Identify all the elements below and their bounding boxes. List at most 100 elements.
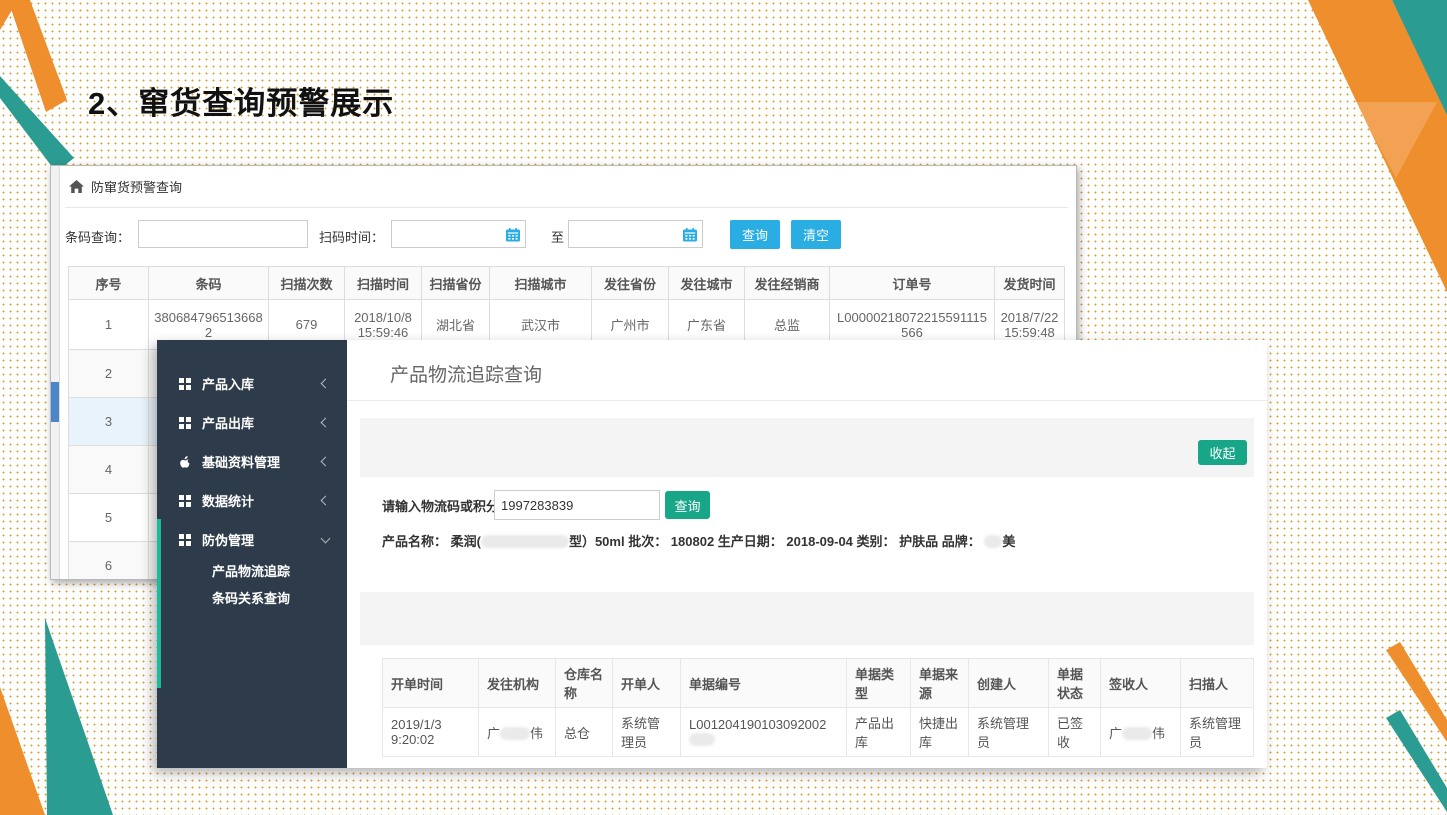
cell-maker: 系统管理员 [613,708,681,757]
sidebar-subitem-logistics-tracking[interactable]: 产品物流追踪 [157,557,347,584]
cell-scanner: 系统管理员 [1181,708,1254,757]
grid-icon [179,378,191,390]
cell-warehouse: 总仓 [556,708,613,757]
decor-triangle-teal-bl [45,618,113,815]
grid-icon [179,417,191,429]
slide-canvas: 2、窜货查询预警展示 防窜货预警查询 条码查询： 扫码时间： 至 查询 清空 [0,0,1447,815]
col-header: 发往经销商 [745,267,830,300]
col-header: 发往城市 [669,267,745,300]
sidebar-item-base-data[interactable]: 基础资料管理 [157,442,347,481]
cell-doc-type: 产品出库 [847,708,911,757]
cell-seq: 1 [69,300,149,350]
sidebar-item-data-stats[interactable]: 数据统计 [157,481,347,520]
tracking-code-input[interactable] [494,490,660,520]
cell-seq: 4 [69,446,149,494]
product-info-part: 型）50ml 批次： 180802 生产日期： 2018-09-04 类别： 护… [569,534,981,549]
redacted-blur [481,535,569,548]
cell-status: 已签收 [1049,708,1101,757]
chevron-left-icon [321,379,331,389]
scan-time-label: 扫码时间： [319,227,384,246]
col-header: 扫描城市 [490,267,592,300]
grid-icon [179,534,191,546]
cell-seq: 2 [69,350,149,398]
sidebar-item-label: 数据统计 [202,491,254,510]
tracking-query-button[interactable]: 查询 [665,491,710,519]
sidebar-subitem-barcode-relation[interactable]: 条码关系查询 [157,584,347,611]
decor-triangle-orange-bl [0,687,45,815]
calendar-icon[interactable] [683,228,697,247]
sidebar-subitem-label: 条码关系查询 [212,588,290,607]
redacted-blur [984,535,1002,548]
col-header: 单据编号 [681,659,847,708]
chevron-left-icon [321,418,331,428]
col-header: 单据状态 [1049,659,1101,708]
clear-button[interactable]: 清空 [791,220,841,249]
col-header: 签收人 [1101,659,1181,708]
slide-title: 2、窜货查询预警展示 [88,78,394,123]
col-header: 扫描省份 [422,267,490,300]
search-form: 条码查询： 扫码时间： 至 查询 清空 [51,220,1076,250]
col-header: 仓库名称 [556,659,613,708]
sidebar-subitem-label: 产品物流追踪 [212,561,290,580]
chevron-down-icon [321,533,331,543]
chevron-left-icon [321,496,331,506]
sidebar-item-label: 产品出库 [202,413,254,432]
col-header: 发往省份 [592,267,669,300]
table-header-row: 序号 条码 扫描次数 扫描时间 扫描省份 扫描城市 发往省份 发往城市 发往经销… [69,267,1065,300]
redacted-blur [500,727,530,740]
toolbar-panel: 收起 [360,418,1254,477]
col-header: 扫描人 [1181,659,1254,708]
query-button[interactable]: 查询 [730,220,780,249]
window-logistics-tracking: 产品入库 产品出库 基础资料管理 数据统计 防伪管理 [157,340,1267,768]
main-content: 产品物流追踪查询 收起 请输入物流码或积分码 查询 产品名称： 柔润( 型）50m… [347,340,1267,768]
table-row[interactable]: 2019/1/3 9:20:02 广伟 总仓 系统管理员 L0012041901… [383,708,1254,757]
cell-doc-no: L001204190103092002 [681,708,847,757]
cell-time: 2019/1/3 9:20:02 [383,708,479,757]
product-info-part: 美 [1002,534,1015,549]
col-header: 扫描次数 [269,267,345,300]
sidebar-item-label: 产品入库 [202,374,254,393]
col-header: 发货时间 [995,267,1065,300]
calendar-icon[interactable] [506,228,520,247]
cell-org: 广伟 [479,708,556,757]
col-header: 开单人 [613,659,681,708]
col-header: 发往机构 [479,659,556,708]
sidebar-item-product-outbound[interactable]: 产品出库 [157,403,347,442]
logistics-table: 开单时间 发往机构 仓库名称 开单人 单据编号 单据类型 单据来源 创建人 单据… [382,658,1254,757]
redacted-blur [1122,727,1152,740]
grid-icon [179,495,191,507]
apple-icon [179,455,191,468]
col-header: 创建人 [969,659,1049,708]
col-header: 订单号 [830,267,995,300]
scrollbar-thumb[interactable] [51,382,59,422]
sidebar-item-anti-fake[interactable]: 防伪管理 [157,520,347,559]
product-info-part: 产品名称： 柔润( [382,534,481,549]
cell-seq: 6 [69,542,149,581]
col-header: 序号 [69,267,149,300]
redacted-blur [689,733,715,746]
sidebar-item-product-inbound[interactable]: 产品入库 [157,364,347,403]
divider [65,207,1068,208]
results-toolbar-panel [360,592,1254,645]
chevron-left-icon [321,457,331,467]
to-label: 至 [551,227,564,246]
col-header: 扫描时间 [345,267,422,300]
product-info: 产品名称： 柔润( 型）50ml 批次： 180802 生产日期： 2018-09… [382,531,1015,550]
divider [347,400,1267,401]
table-header-row: 开单时间 发往机构 仓库名称 开单人 单据编号 单据类型 单据来源 创建人 单据… [383,659,1254,708]
col-header: 条码 [149,267,269,300]
sidebar-item-label: 防伪管理 [202,530,254,549]
barcode-query-input[interactable] [138,220,308,248]
col-header: 单据类型 [847,659,911,708]
cell-doc-source: 快捷出库 [911,708,969,757]
col-header: 单据来源 [911,659,969,708]
col-header: 开单时间 [383,659,479,708]
barcode-query-label: 条码查询： [65,227,130,246]
breadcrumb: 防窜货预警查询 [69,177,182,196]
tracking-search-label: 请输入物流码或积分码 [382,496,512,515]
sidebar: 产品入库 产品出库 基础资料管理 数据统计 防伪管理 [157,340,347,768]
collapse-button[interactable]: 收起 [1198,440,1247,465]
page-title: 产品物流追踪查询 [390,360,542,387]
breadcrumb-label: 防窜货预警查询 [91,177,182,196]
sidebar-item-label: 基础资料管理 [202,452,280,471]
